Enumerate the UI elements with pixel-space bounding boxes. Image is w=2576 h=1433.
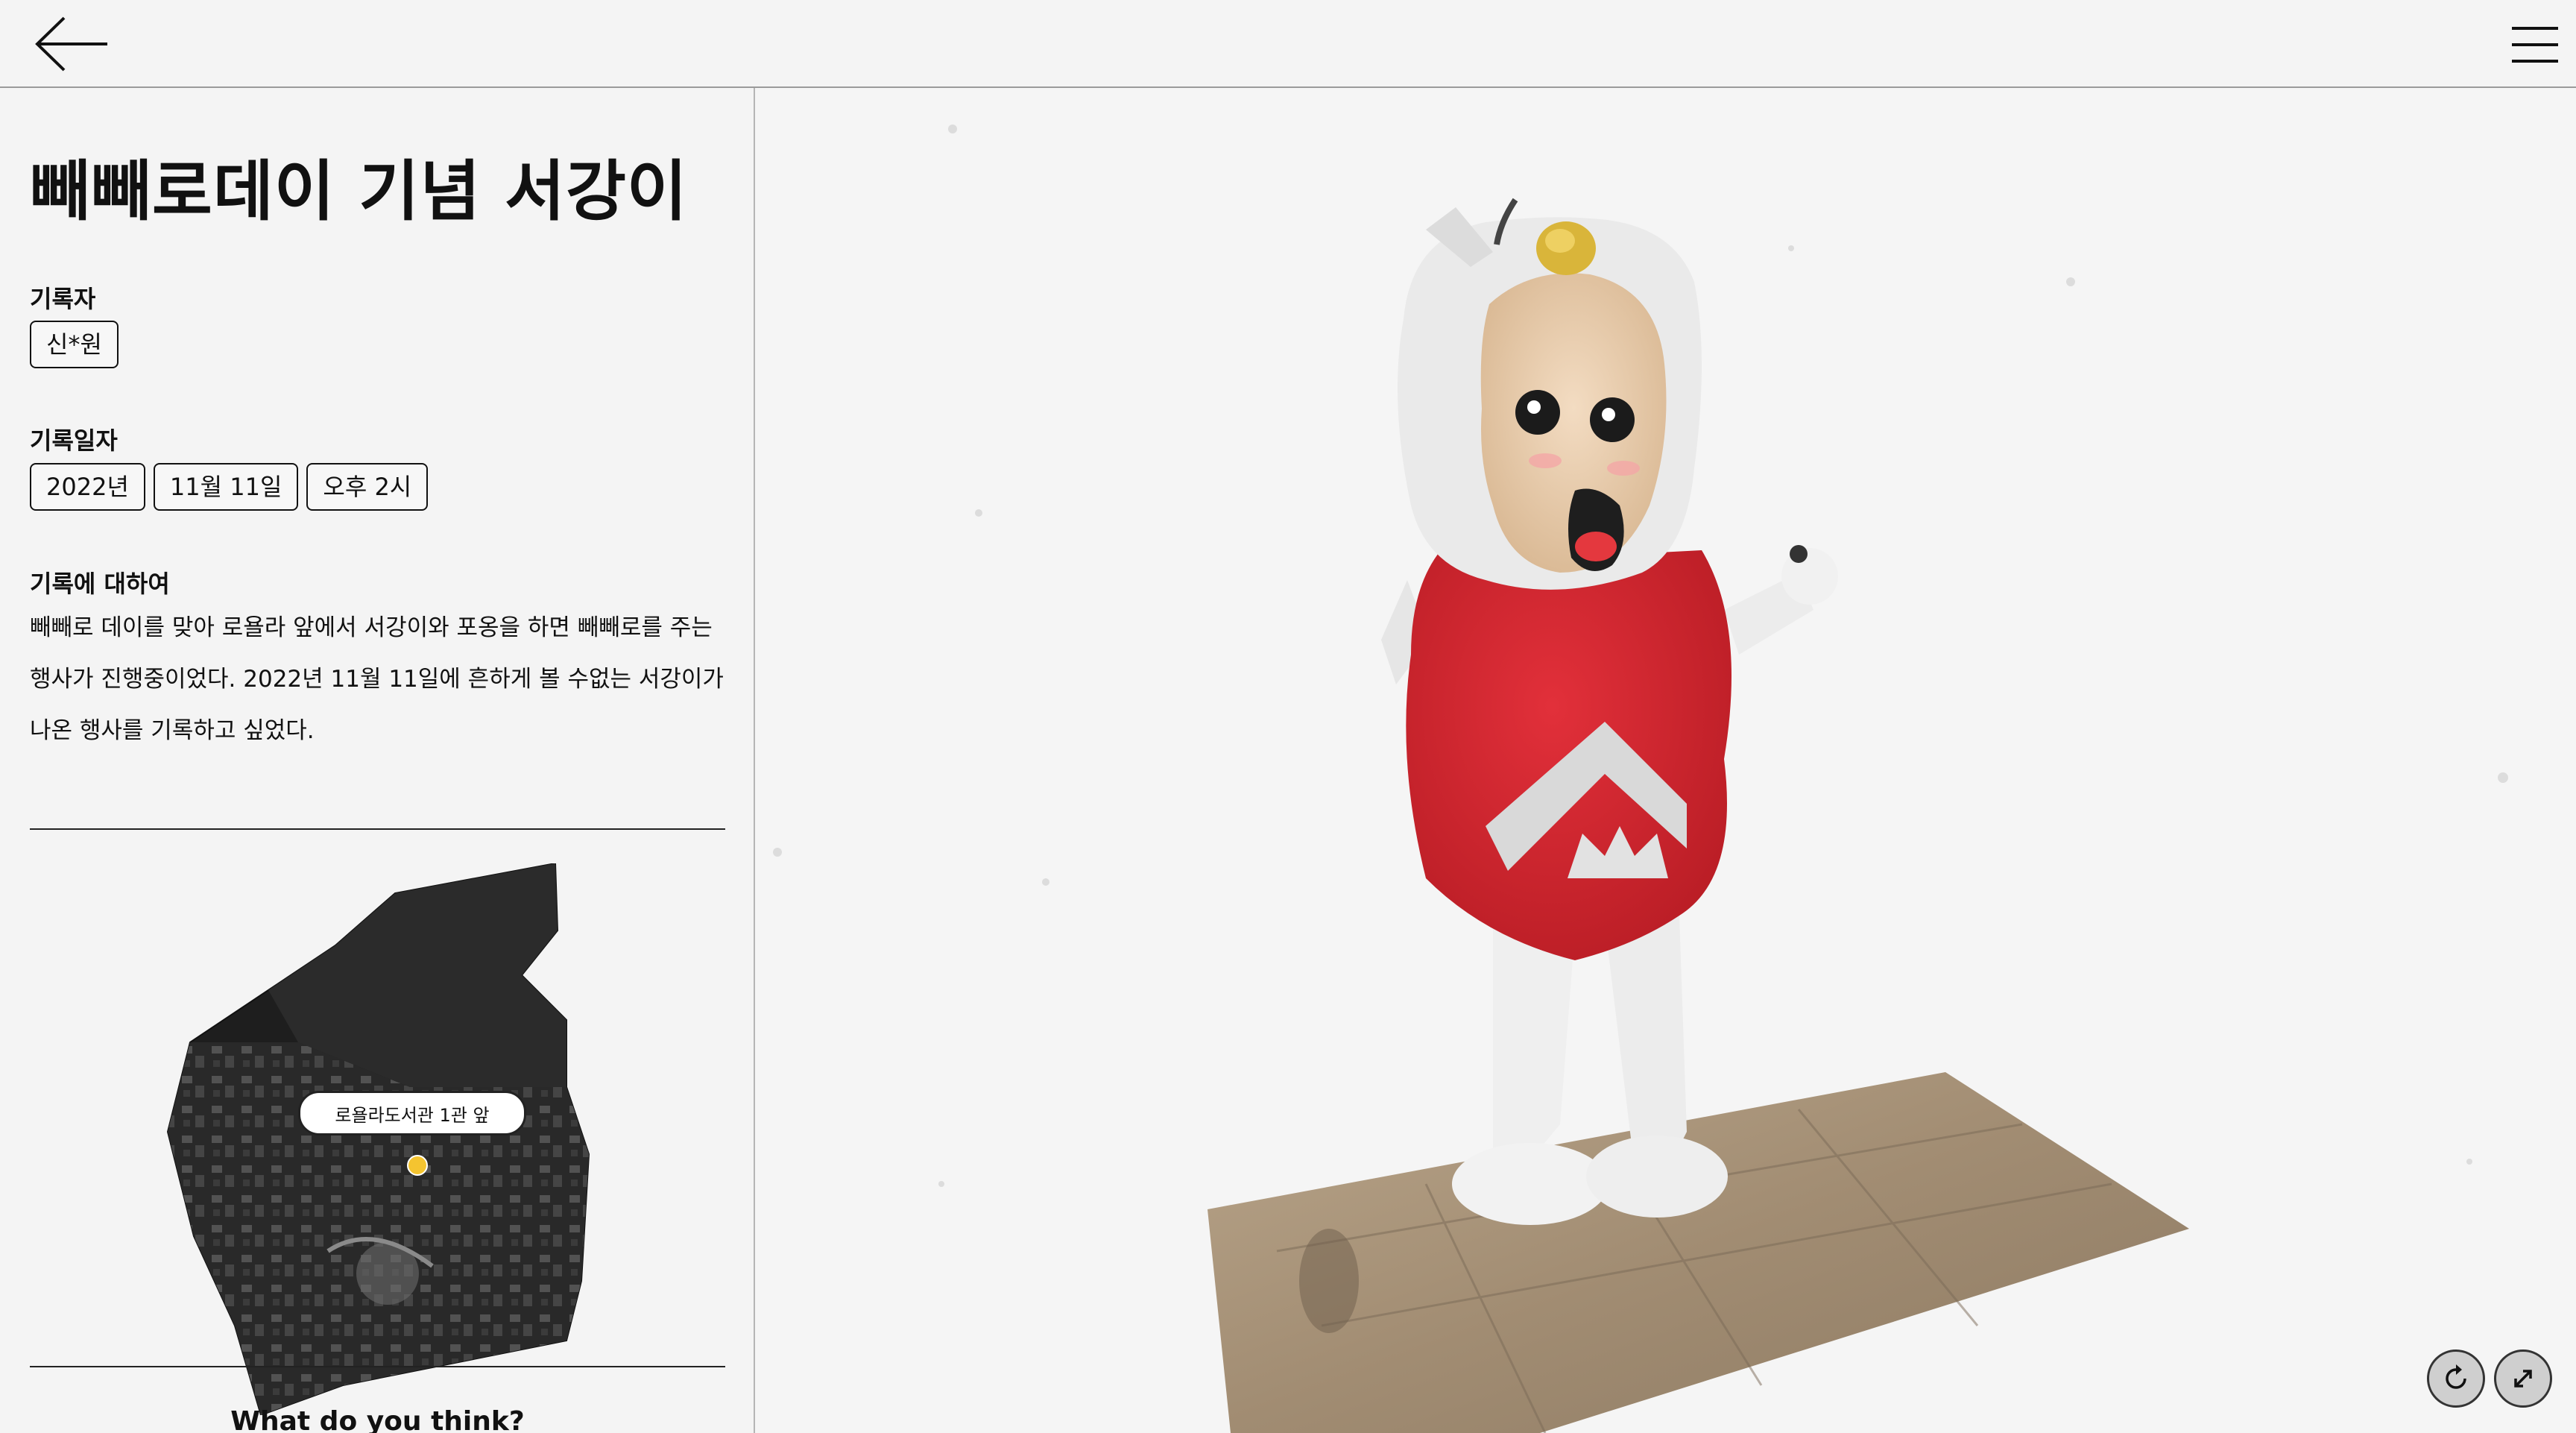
about-label: 기록에 대하여 [30,570,170,598]
recorder-chips: 신*원 [30,321,119,368]
campus-satellite-map[interactable] [149,863,611,1415]
location-marker-icon [407,1155,428,1176]
expand-icon [2514,1370,2532,1388]
section-divider-2 [30,1366,725,1367]
date-chips: 2022년 11월 11일 오후 2시 [30,463,429,511]
fullscreen-button[interactable] [2494,1349,2552,1408]
date-time-chip: 오후 2시 [306,463,429,511]
top-bar [0,0,2576,88]
about-text: 빼빼로 데이를 맞아 로욜라 앞에서 서강이와 포옹을 하면 빼빼로를 주는 행… [30,614,724,744]
menu-button[interactable] [2509,18,2561,70]
recorder-label: 기록자 [30,285,96,313]
feedback-prompt: What do you think? [230,1406,525,1433]
arrow-left-icon [35,16,107,72]
record-info-panel: 빼빼로데이 기념 서강이 기록자 신*원 기록일자 2022년 11월 11일 … [0,88,755,1433]
mascot-3d-model[interactable] [755,88,2576,1433]
record-title: 빼빼로데이 기념 서강이 [30,153,688,230]
rotate-icon [2446,1364,2466,1389]
hamburger-menu-icon [2512,27,2558,63]
date-year-chip: 2022년 [30,463,145,511]
model-viewer[interactable] [755,88,2576,1433]
back-button[interactable] [30,10,119,78]
rotate-button[interactable] [2427,1349,2485,1408]
recorder-name-chip: 신*원 [30,321,119,368]
date-day-chip: 11월 11일 [153,463,299,511]
section-divider [30,828,725,830]
date-label: 기록일자 [30,426,118,455]
location-label-pill: 로욜라도서관 1관 앞 [298,1091,526,1136]
